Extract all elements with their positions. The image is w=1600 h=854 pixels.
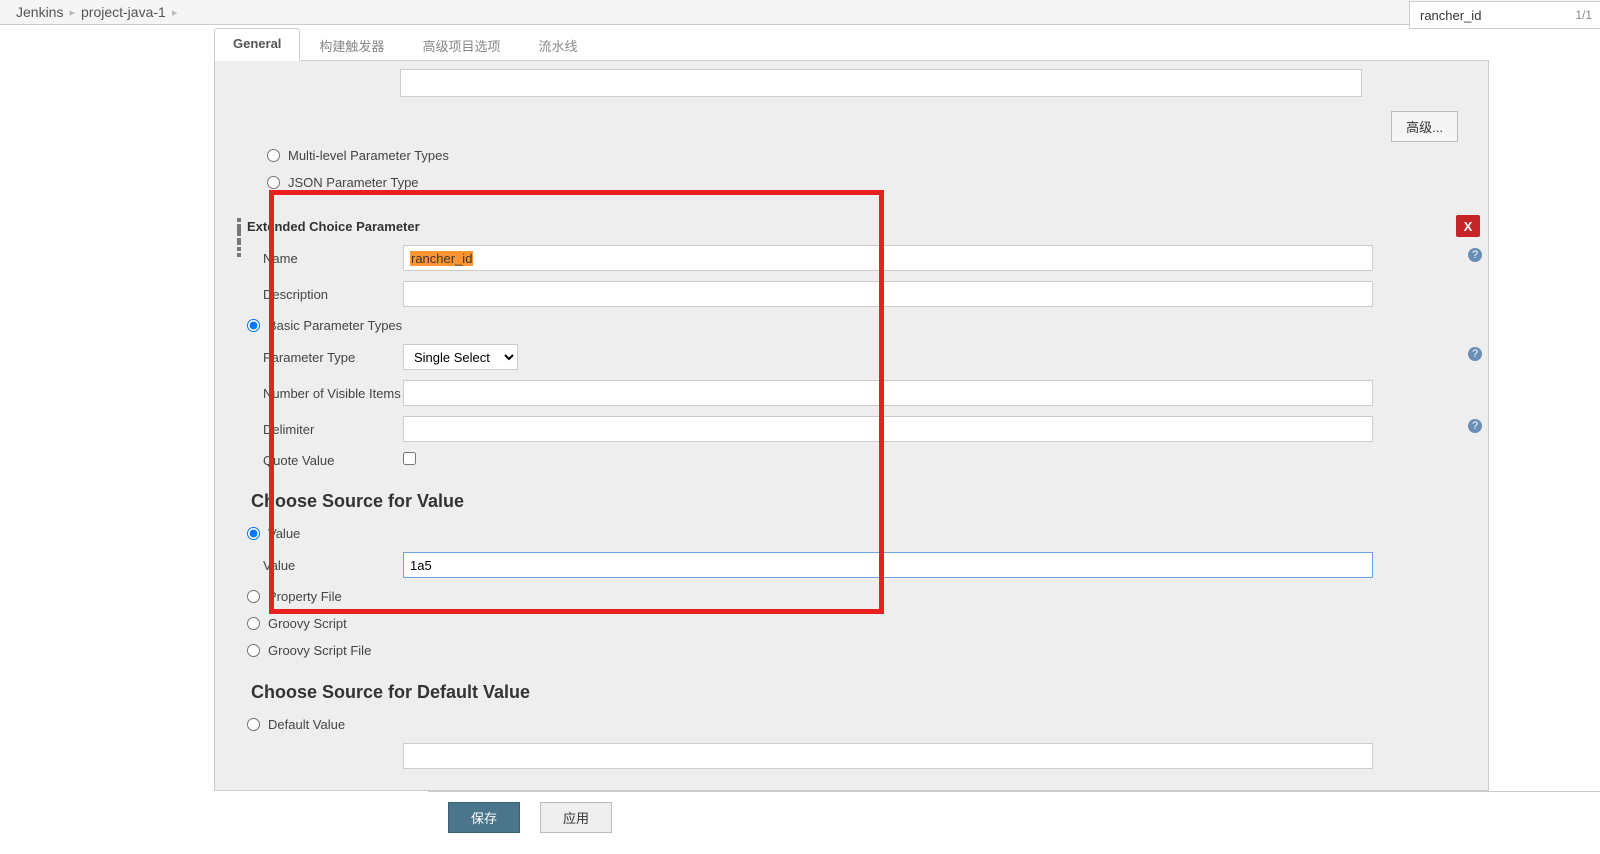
row-parameter-type: Parameter Type Single Select ? [235, 339, 1468, 375]
label-quote-value: Quote Value [263, 453, 403, 468]
radio-source-groovy-file-input[interactable] [247, 644, 260, 657]
help-icon[interactable]: ? [1468, 347, 1482, 361]
row-quote-value: Quote Value [235, 447, 1468, 473]
extended-choice-parameter-block: X Extended Choice Parameter Name rancher… [215, 212, 1488, 790]
breadcrumb: Jenkins ▸ project-java-1 ▸ rancher_id 1/… [0, 0, 1600, 25]
label-name: Name [263, 251, 403, 266]
tab-build-triggers[interactable]: 构建触发器 [300, 28, 403, 61]
name-input-value: rancher_id [410, 251, 473, 266]
chevron-right-icon: ▸ [69, 6, 75, 19]
radio-default-value-input[interactable] [247, 718, 260, 731]
radio-multi-level[interactable]: Multi-level Parameter Types [245, 142, 1458, 169]
parameter-header: Extended Choice Parameter [235, 218, 1468, 240]
upper-block: 高级... Multi-level Parameter Types JSON P… [215, 61, 1488, 212]
save-button[interactable]: 保存 [448, 802, 520, 833]
radio-basic-parameter-types-input[interactable] [247, 319, 260, 332]
tab-pipeline[interactable]: 流水线 [519, 28, 596, 61]
radio-basic-parameter-types-label: Basic Parameter Types [268, 318, 402, 333]
radio-source-groovy-script[interactable]: Groovy Script [235, 610, 1468, 637]
find-in-page-term: rancher_id [1420, 8, 1481, 23]
radio-json-label: JSON Parameter Type [288, 175, 419, 190]
name-input[interactable]: rancher_id [403, 245, 1373, 271]
radio-source-groovy-script-input[interactable] [247, 617, 260, 630]
radio-default-value[interactable]: Default Value [235, 711, 1468, 738]
label-description: Description [263, 287, 403, 302]
apply-button[interactable]: 应用 [540, 802, 612, 833]
radio-json-input[interactable] [267, 176, 280, 189]
label-parameter-type: Parameter Type [263, 350, 403, 365]
radio-source-groovy-file-label: Groovy Script File [268, 643, 371, 658]
visible-items-input[interactable] [403, 380, 1373, 406]
radio-source-property-file[interactable]: Property File [235, 583, 1468, 610]
heading-choose-source-default: Choose Source for Default Value [235, 664, 1468, 711]
unknown-text-input[interactable] [400, 69, 1362, 97]
help-icon[interactable]: ? [1468, 419, 1482, 433]
source-value-input[interactable] [403, 552, 1373, 578]
breadcrumb-project[interactable]: project-java-1 [81, 4, 166, 20]
bottom-button-bar: 保存 应用 [428, 791, 1600, 839]
row-source-value: Value [235, 547, 1468, 583]
radio-source-property-file-input[interactable] [247, 590, 260, 603]
tab-advanced-options[interactable]: 高级项目选项 [403, 28, 519, 61]
row-description: Description [235, 276, 1468, 312]
radio-basic-parameter-types[interactable]: Basic Parameter Types [235, 312, 1468, 339]
radio-multi-level-input[interactable] [267, 149, 280, 162]
help-icon[interactable]: ? [1468, 248, 1482, 262]
find-in-page-count: 1/1 [1575, 8, 1592, 22]
radio-source-value-label: Value [268, 526, 300, 541]
parameter-type-select[interactable]: Single Select [403, 344, 518, 370]
label-source-value: Value [263, 558, 403, 573]
drag-handle-icon[interactable] [237, 218, 241, 234]
radio-source-groovy-script-label: Groovy Script [268, 616, 347, 631]
row-delimiter: Delimiter ? [235, 411, 1468, 447]
radio-source-property-file-label: Property File [268, 589, 342, 604]
row-default-value [235, 738, 1468, 774]
radio-json[interactable]: JSON Parameter Type [245, 169, 1458, 196]
tab-general[interactable]: General [214, 28, 300, 61]
label-delimiter: Delimiter [263, 422, 403, 437]
quote-value-checkbox[interactable] [403, 452, 416, 465]
advanced-button[interactable]: 高级... [1391, 111, 1458, 142]
row-name: Name rancher_id ? [235, 240, 1468, 276]
heading-choose-source-value: Choose Source for Value [235, 473, 1468, 520]
radio-source-value-input[interactable] [247, 527, 260, 540]
label-visible-items: Number of Visible Items [263, 386, 403, 401]
radio-source-value[interactable]: Value [235, 520, 1468, 547]
parameter-header-label: Extended Choice Parameter [247, 219, 420, 234]
delimiter-input[interactable] [403, 416, 1373, 442]
default-value-input[interactable] [403, 743, 1373, 769]
radio-multi-level-label: Multi-level Parameter Types [288, 148, 449, 163]
breadcrumb-jenkins[interactable]: Jenkins [16, 4, 63, 20]
tab-strip: General 构建触发器 高级项目选项 流水线 [214, 28, 1600, 61]
description-input[interactable] [403, 281, 1373, 307]
find-in-page-pill: rancher_id 1/1 [1409, 1, 1600, 29]
chevron-right-icon: ▸ [172, 6, 178, 19]
row-visible-items: Number of Visible Items [235, 375, 1468, 411]
radio-source-groovy-file[interactable]: Groovy Script File [235, 637, 1468, 664]
delete-parameter-button[interactable]: X [1456, 215, 1480, 237]
radio-default-value-label: Default Value [268, 717, 345, 732]
